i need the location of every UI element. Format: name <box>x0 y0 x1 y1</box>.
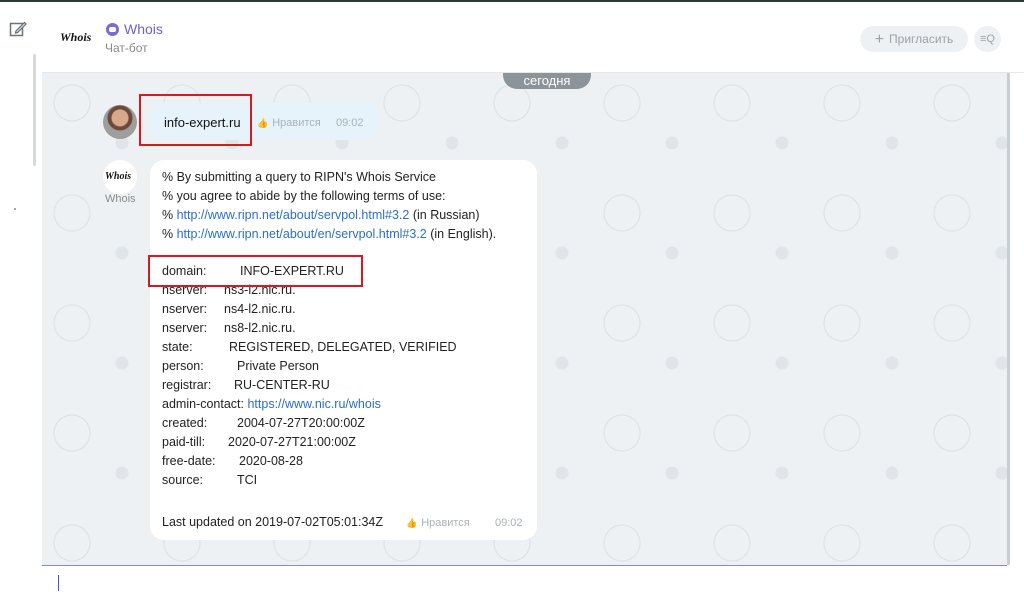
message-list[interactable]: сегодня info-expert.ru 👍 Нравится 09:02 W… <box>42 73 1007 565</box>
paid-till-line: paid-till: 2020-07-27T21:00:00Z <box>162 435 356 449</box>
bot-avatar[interactable]: Whois <box>103 160 137 194</box>
person-line: person: Private Person <box>162 359 319 373</box>
created-line: created: 2004-07-27T20:00:00Z <box>162 416 365 430</box>
ripn-terms-link-ru[interactable]: http://www.ripn.net/about/servpol.html#3… <box>177 208 410 222</box>
thumbs-up-icon: 👍 <box>406 518 418 528</box>
sidebar-dot <box>14 208 16 210</box>
left-sidebar <box>0 2 42 594</box>
like-button[interactable]: 👍 Нравится <box>406 517 470 529</box>
link-prefix: % <box>162 227 177 241</box>
chat-header: Whois Whois Чат-бот + Пригласить ≡Q <box>42 2 1024 73</box>
field-key: free-date: <box>162 454 216 468</box>
date-separator: сегодня <box>503 73 591 89</box>
whois-logo: Whois <box>60 30 92 44</box>
right-panel-edge <box>1010 73 1024 565</box>
field-key: nserver: <box>162 302 208 316</box>
sidebar-scrollbar[interactable] <box>33 54 36 166</box>
free-date-line: free-date: 2020-08-28 <box>162 454 303 468</box>
registrar-line: registrar: RU-CENTER-RU <box>162 378 330 392</box>
like-label: Нравится <box>421 517 470 529</box>
created-value: 2004-07-27T20:00:00Z <box>237 416 365 430</box>
text-cursor <box>58 575 59 591</box>
person-value: Private Person <box>237 359 319 373</box>
state-line: state: REGISTERED, DELEGATED, VERIFIED <box>162 340 457 354</box>
field-key: person: <box>162 359 204 373</box>
compose-icon[interactable] <box>9 20 27 38</box>
source-value: TCI <box>237 473 258 487</box>
bot-status-icon <box>106 23 119 36</box>
nserver-value: ns8-l2.nic.ru. <box>224 321 296 335</box>
nserver-value: ns4-l2.nic.ru. <box>224 302 296 316</box>
whois-intro-line: % By submitting a query to RIPN's Whois … <box>162 170 437 184</box>
state-value: REGISTERED, DELEGATED, VERIFIED <box>229 340 457 354</box>
bot-name: Whois <box>105 193 136 205</box>
highlight-box-domain <box>148 255 363 287</box>
nserver-line: nserver: ns8-l2.nic.ru. <box>162 321 296 335</box>
whois-link-line: % http://www.ripn.net/about/en/servpol.h… <box>162 227 496 241</box>
field-key: source: <box>162 473 203 487</box>
registrar-value: RU-CENTER-RU <box>234 378 330 392</box>
whois-intro-line: % you agree to abide by the following te… <box>162 189 446 203</box>
field-key: registrar: <box>162 378 212 392</box>
source-line: source: TCI <box>162 473 257 487</box>
field-key: nserver: <box>162 321 208 335</box>
chat-title[interactable]: Whois <box>124 21 163 37</box>
link-prefix: % <box>162 208 177 222</box>
like-button[interactable]: 👍 Нравится <box>257 117 321 129</box>
message-time: 09:02 <box>336 117 364 129</box>
free-date-value: 2020-08-28 <box>239 454 303 468</box>
field-key: paid-till: <box>162 435 206 449</box>
nserver-line: nserver: ns4-l2.nic.ru. <box>162 302 296 316</box>
chat-subtitle: Чат-бот <box>105 41 148 55</box>
invite-button-label: Пригласить <box>889 32 954 46</box>
message-time: 09:02 <box>495 517 523 529</box>
invite-button[interactable]: + Пригласить <box>860 26 968 52</box>
bot-avatar-logo: Whois <box>105 171 132 182</box>
admin-contact-line: admin-contact: https://www.nic.ru/whois <box>162 397 381 411</box>
link-suffix: (in Russian) <box>409 208 480 222</box>
thumbs-up-icon: 👍 <box>257 118 269 128</box>
field-key: state: <box>162 340 193 354</box>
field-key: admin-contact: <box>162 397 244 411</box>
message-input[interactable] <box>42 565 1007 595</box>
search-messages-icon[interactable]: ≡Q <box>974 26 1001 52</box>
plus-icon: + <box>874 31 885 48</box>
field-key: created: <box>162 416 208 430</box>
user-avatar[interactable] <box>103 105 137 139</box>
paid-till-value: 2020-07-27T21:00:00Z <box>228 435 356 449</box>
like-label: Нравится <box>272 117 321 129</box>
highlight-box-user-query <box>139 94 252 146</box>
bot-message-bubble[interactable]: % By submitting a query to RIPN's Whois … <box>150 160 537 540</box>
ripn-terms-link-en[interactable]: http://www.ripn.net/about/en/servpol.htm… <box>177 227 427 241</box>
nic-whois-link[interactable]: https://www.nic.ru/whois <box>247 397 380 411</box>
link-suffix: (in English). <box>426 227 497 241</box>
last-updated-line: Last updated on 2019-07-02T05:01:34Z <box>162 515 384 529</box>
whois-link-line: % http://www.ripn.net/about/servpol.html… <box>162 208 480 222</box>
